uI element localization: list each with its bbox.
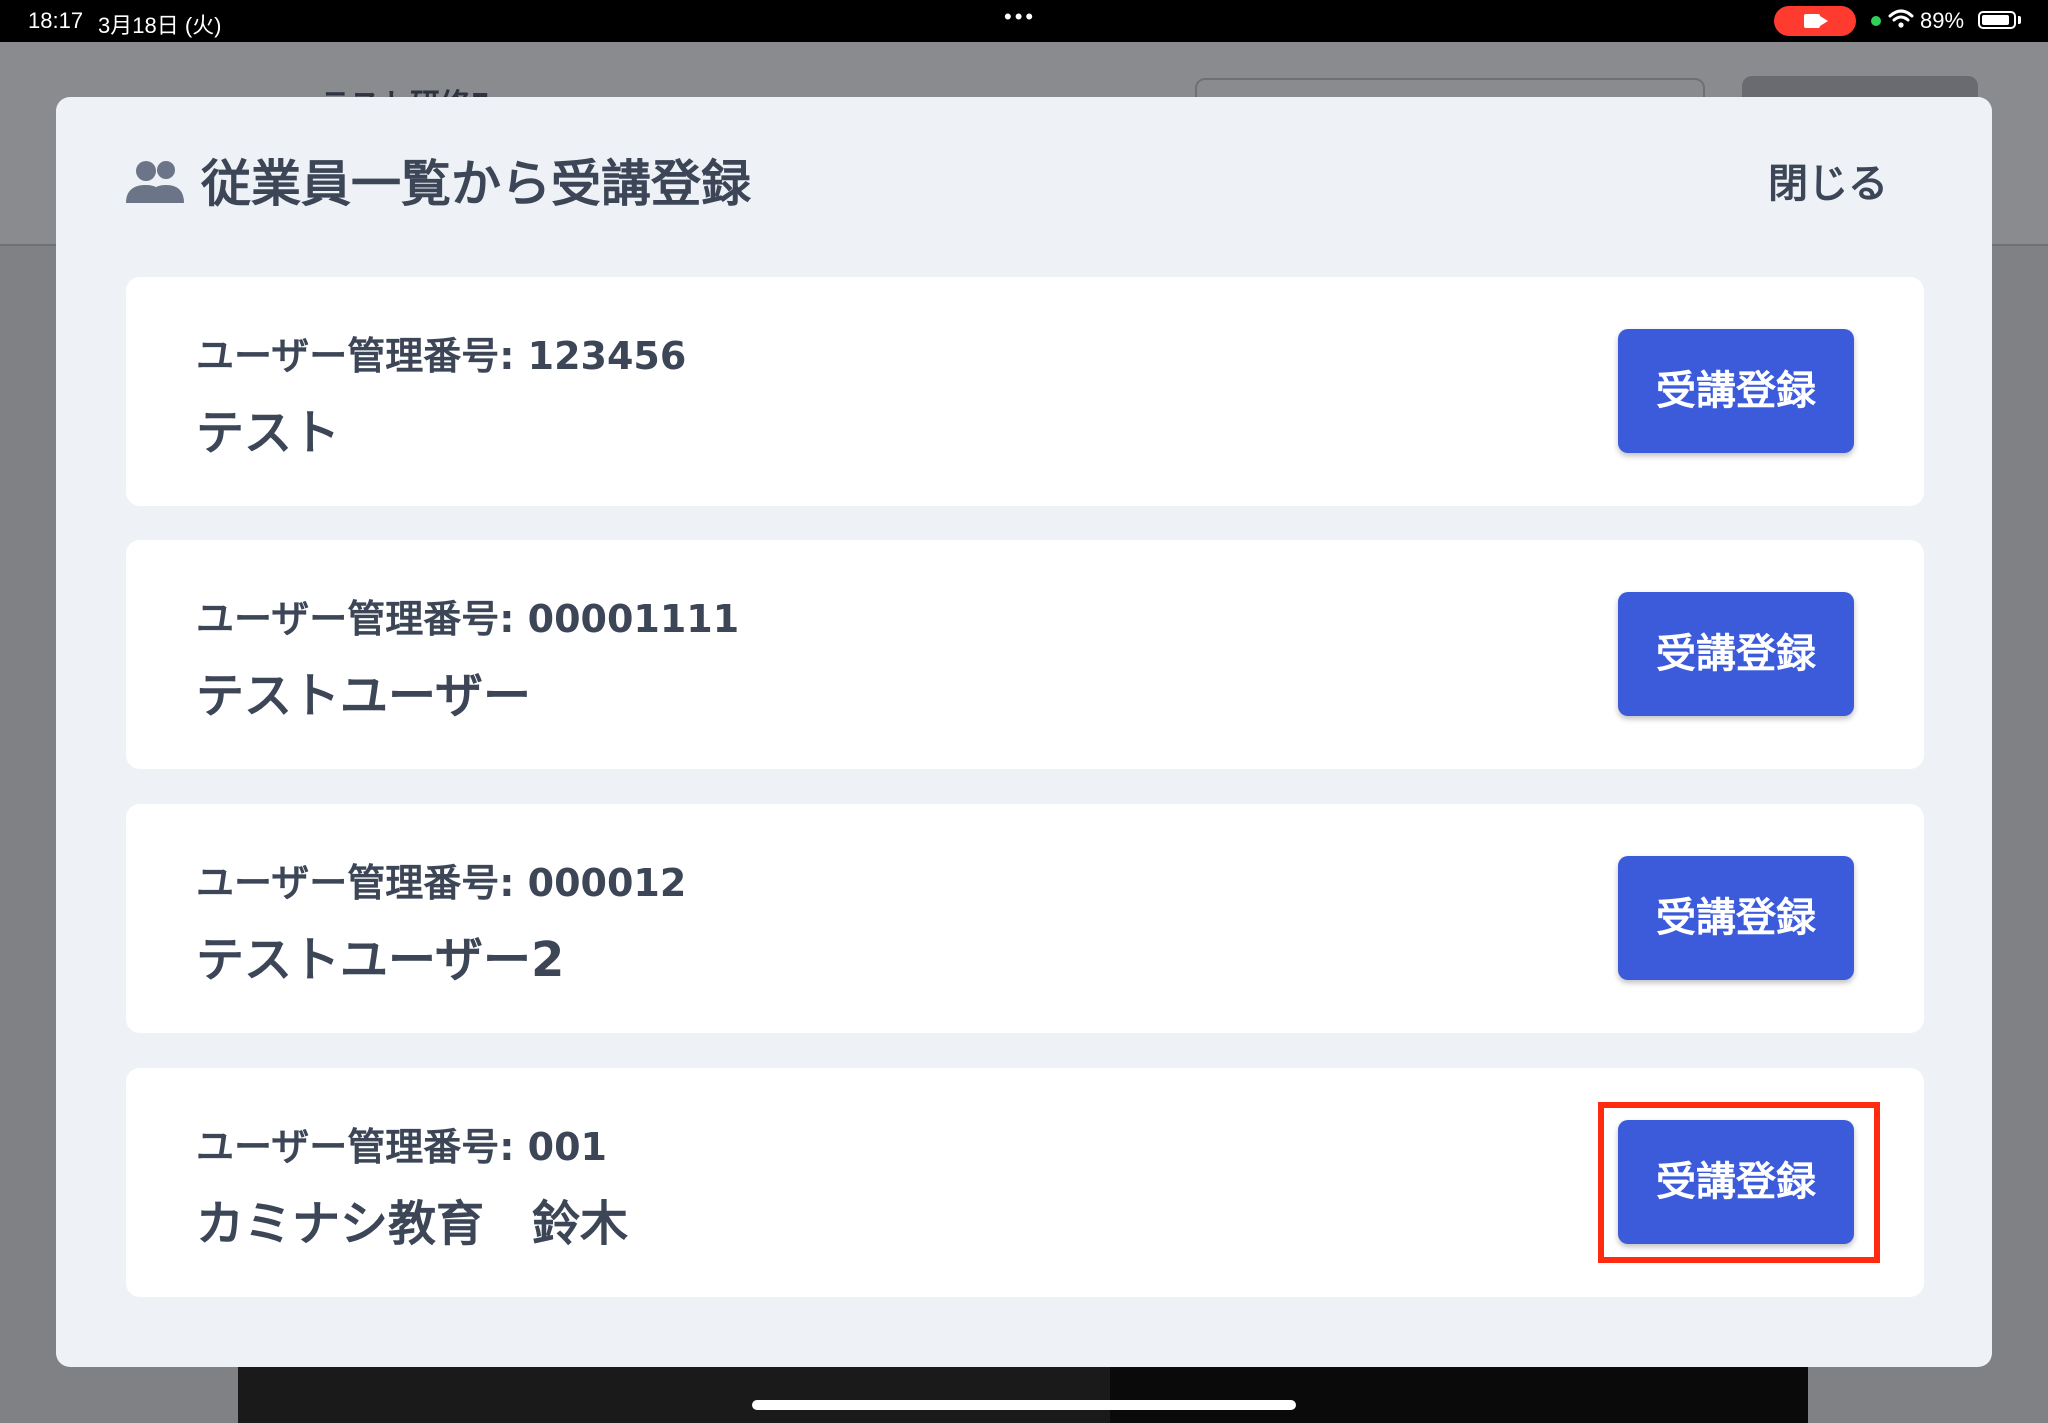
user-name: テストユーザー [196,668,532,724]
wifi-icon [1888,9,1914,28]
user-card: ユーザー管理番号: 00001111 テストユーザー 受講登録 [126,540,1924,769]
battery-level [1982,15,2009,25]
close-button[interactable]: 閉じる [1768,149,1888,219]
enroll-button[interactable]: 受講登録 [1618,856,1854,980]
user-id-label: ユーザー管理番号: 000012 [196,861,687,905]
battery-tip [2018,16,2021,24]
multitasking-dots-icon[interactable]: ••• [1004,4,1036,30]
people-icon [126,161,184,203]
user-card: ユーザー管理番号: 123456 テスト 受講登録 [126,277,1924,506]
status-time: 18:17 [28,8,84,33]
enroll-button[interactable]: 受講登録 [1618,329,1854,453]
user-id-label: ユーザー管理番号: 00001111 [196,597,740,641]
camera-icon [1804,14,1828,28]
enroll-button[interactable]: 受講登録 [1618,592,1854,716]
user-id-label: ユーザー管理番号: 001 [196,1125,607,1169]
home-indicator[interactable] [752,1400,1296,1410]
background-image-dark [1110,1362,1808,1423]
camera-in-use-dot [1871,16,1881,26]
user-name: テスト [196,405,341,461]
battery-icon [1978,11,2016,29]
battery-percent: 89% [1920,8,1965,33]
background-image [238,1362,1808,1423]
screen-recording-indicator[interactable] [1774,6,1856,36]
user-name: テストユーザー2 [196,932,565,988]
user-id-label: ユーザー管理番号: 123456 [196,334,687,378]
user-name: カミナシ教育 鈴木 [196,1196,629,1252]
highlight-annotation [1598,1102,1880,1263]
modal-title: 従業員一覧から受講登録 [201,155,751,213]
status-date: 3月18日 (火) [98,13,222,38]
user-card: ユーザー管理番号: 000012 テストユーザー2 受講登録 [126,804,1924,1033]
status-bar: 18:17 3月18日 (火) ••• 89% [0,0,2048,42]
